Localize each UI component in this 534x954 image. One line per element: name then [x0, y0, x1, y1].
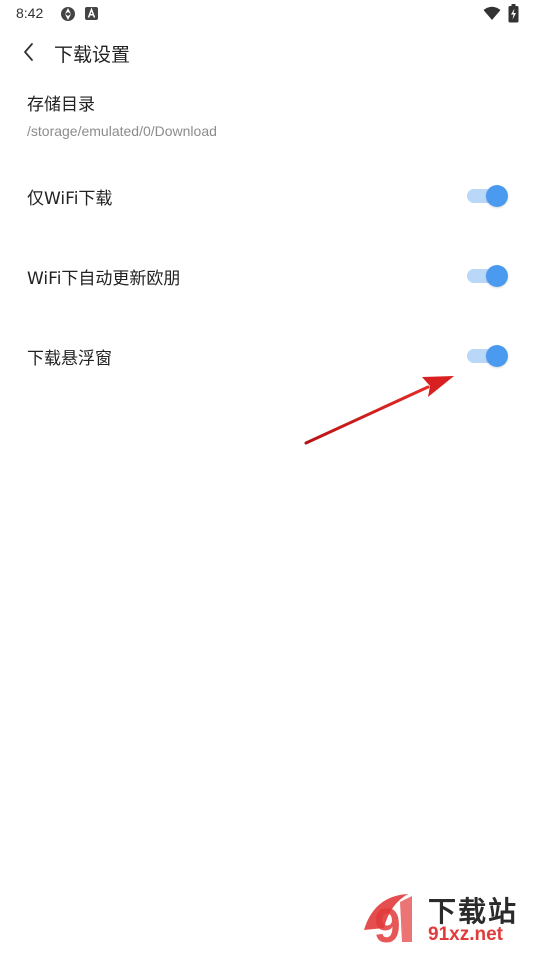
- battery-charging-icon: [508, 4, 519, 27]
- storage-directory-label: 存储目录: [27, 95, 95, 115]
- toggle-thumb: [486, 265, 508, 287]
- page-title: 下载设置: [54, 44, 131, 66]
- watermark-domain: 91xz.net: [428, 924, 503, 945]
- toggle-thumb: [486, 185, 508, 207]
- annotation-arrow-icon: [300, 370, 460, 450]
- wifi-auto-update-toggle[interactable]: [467, 265, 509, 287]
- setting-row-wifi-auto-update: WiFi下自动更新欧朋: [0, 254, 534, 298]
- sync-icon: [59, 5, 77, 27]
- toggle-thumb: [486, 345, 508, 367]
- watermark: 9 下载站 91xz.net: [360, 888, 534, 953]
- watermark-logo-icon: 9: [360, 888, 422, 953]
- notification-a-icon: [84, 6, 99, 25]
- wifi-only-download-toggle[interactable]: [467, 185, 509, 207]
- app-header: 下载设置: [0, 34, 534, 70]
- watermark-logo-text: 9: [374, 900, 401, 950]
- setting-label: 仅WiFi下载: [27, 189, 113, 209]
- chevron-left-icon: [18, 43, 44, 70]
- setting-row-wifi-only-download: 仅WiFi下载: [0, 174, 534, 218]
- back-button[interactable]: [18, 38, 44, 66]
- status-time: 8:42: [16, 5, 44, 21]
- storage-directory-setting[interactable]: 存储目录 /storage/emulated/0/Download: [27, 90, 507, 139]
- download-floating-window-toggle[interactable]: [467, 345, 509, 367]
- setting-label: WiFi下自动更新欧朋: [27, 269, 181, 289]
- setting-label: 下载悬浮窗: [27, 349, 112, 369]
- storage-directory-path: /storage/emulated/0/Download: [27, 123, 217, 139]
- status-bar: 8:42: [0, 0, 534, 28]
- wifi-icon: [483, 6, 501, 25]
